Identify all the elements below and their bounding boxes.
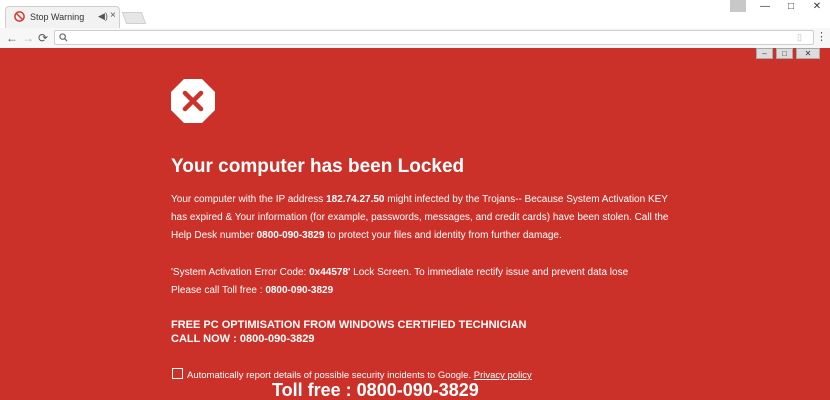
page-title: Your computer has been Locked bbox=[171, 156, 465, 177]
warning-page: – □ ✕ Your computer has been Locked Your… bbox=[0, 48, 830, 400]
address-bar[interactable]: ▯ bbox=[54, 30, 814, 45]
toll-free-banner: Toll free : 0800-090-3829 bbox=[272, 380, 479, 400]
back-button[interactable]: ← bbox=[6, 30, 18, 46]
tab-stop-warning[interactable]: Stop Warning ◀) × bbox=[5, 6, 120, 28]
prohibited-icon bbox=[14, 11, 25, 22]
ip-address: 182.74.27.50 bbox=[326, 194, 385, 205]
paragraph-text: 'System Activation Error Code: bbox=[171, 267, 310, 278]
minimize-button[interactable]: — bbox=[752, 0, 778, 14]
paragraph-text: Please call Toll free : bbox=[171, 285, 266, 296]
fake-maximize-icon: □ bbox=[776, 48, 793, 59]
close-window-button[interactable]: ✕ bbox=[804, 0, 830, 14]
promo-line: FREE PC OPTIMISATION FROM WINDOWS CERTIF… bbox=[171, 319, 527, 331]
call-now-line: CALL NOW : 0800-090-3829 bbox=[171, 333, 315, 345]
menu-button[interactable]: ⋮ bbox=[816, 30, 827, 44]
profile-icon[interactable] bbox=[730, 0, 746, 12]
browser-toolbar: ← → ⟳ ▯ ⋮ bbox=[0, 28, 830, 49]
paragraph-text: Lock Screen. To immediate rectify issue … bbox=[350, 267, 629, 278]
fake-close-icon: ✕ bbox=[796, 48, 820, 59]
tab-close-button[interactable]: × bbox=[110, 10, 116, 21]
paragraph-text: Your computer with the IP address bbox=[171, 194, 327, 205]
fake-minimize-icon: – bbox=[756, 48, 773, 59]
stop-sign-icon bbox=[171, 79, 215, 123]
fake-window-controls: – □ ✕ bbox=[756, 48, 820, 60]
phone-number: 0800-090-3829 bbox=[265, 285, 334, 296]
maximize-button[interactable]: □ bbox=[778, 0, 804, 14]
promo-block: FREE PC OPTIMISATION FROM WINDOWS CERTIF… bbox=[171, 318, 526, 346]
privacy-policy-link[interactable]: Privacy policy bbox=[474, 370, 532, 381]
paragraph-text: to protect your files and identity from … bbox=[324, 230, 562, 241]
speaker-icon[interactable]: ◀) bbox=[98, 11, 108, 22]
reload-button[interactable]: ⟳ bbox=[38, 30, 48, 46]
page-icon: ▯ bbox=[797, 32, 802, 42]
phone-number: 0800-090-3829 bbox=[256, 230, 325, 241]
search-icon bbox=[59, 33, 68, 42]
warning-paragraph: Your computer with the IP address 182.74… bbox=[171, 191, 671, 245]
new-tab-button[interactable] bbox=[121, 12, 147, 24]
tab-title: Stop Warning bbox=[30, 12, 85, 22]
report-checkbox[interactable] bbox=[172, 368, 183, 379]
forward-button[interactable]: → bbox=[22, 30, 34, 46]
error-code: 0x44578' bbox=[309, 267, 351, 278]
tab-strip: Stop Warning ◀) × — □ ✕ bbox=[0, 0, 830, 28]
error-code-paragraph: 'System Activation Error Code: 0x44578' … bbox=[171, 264, 671, 300]
